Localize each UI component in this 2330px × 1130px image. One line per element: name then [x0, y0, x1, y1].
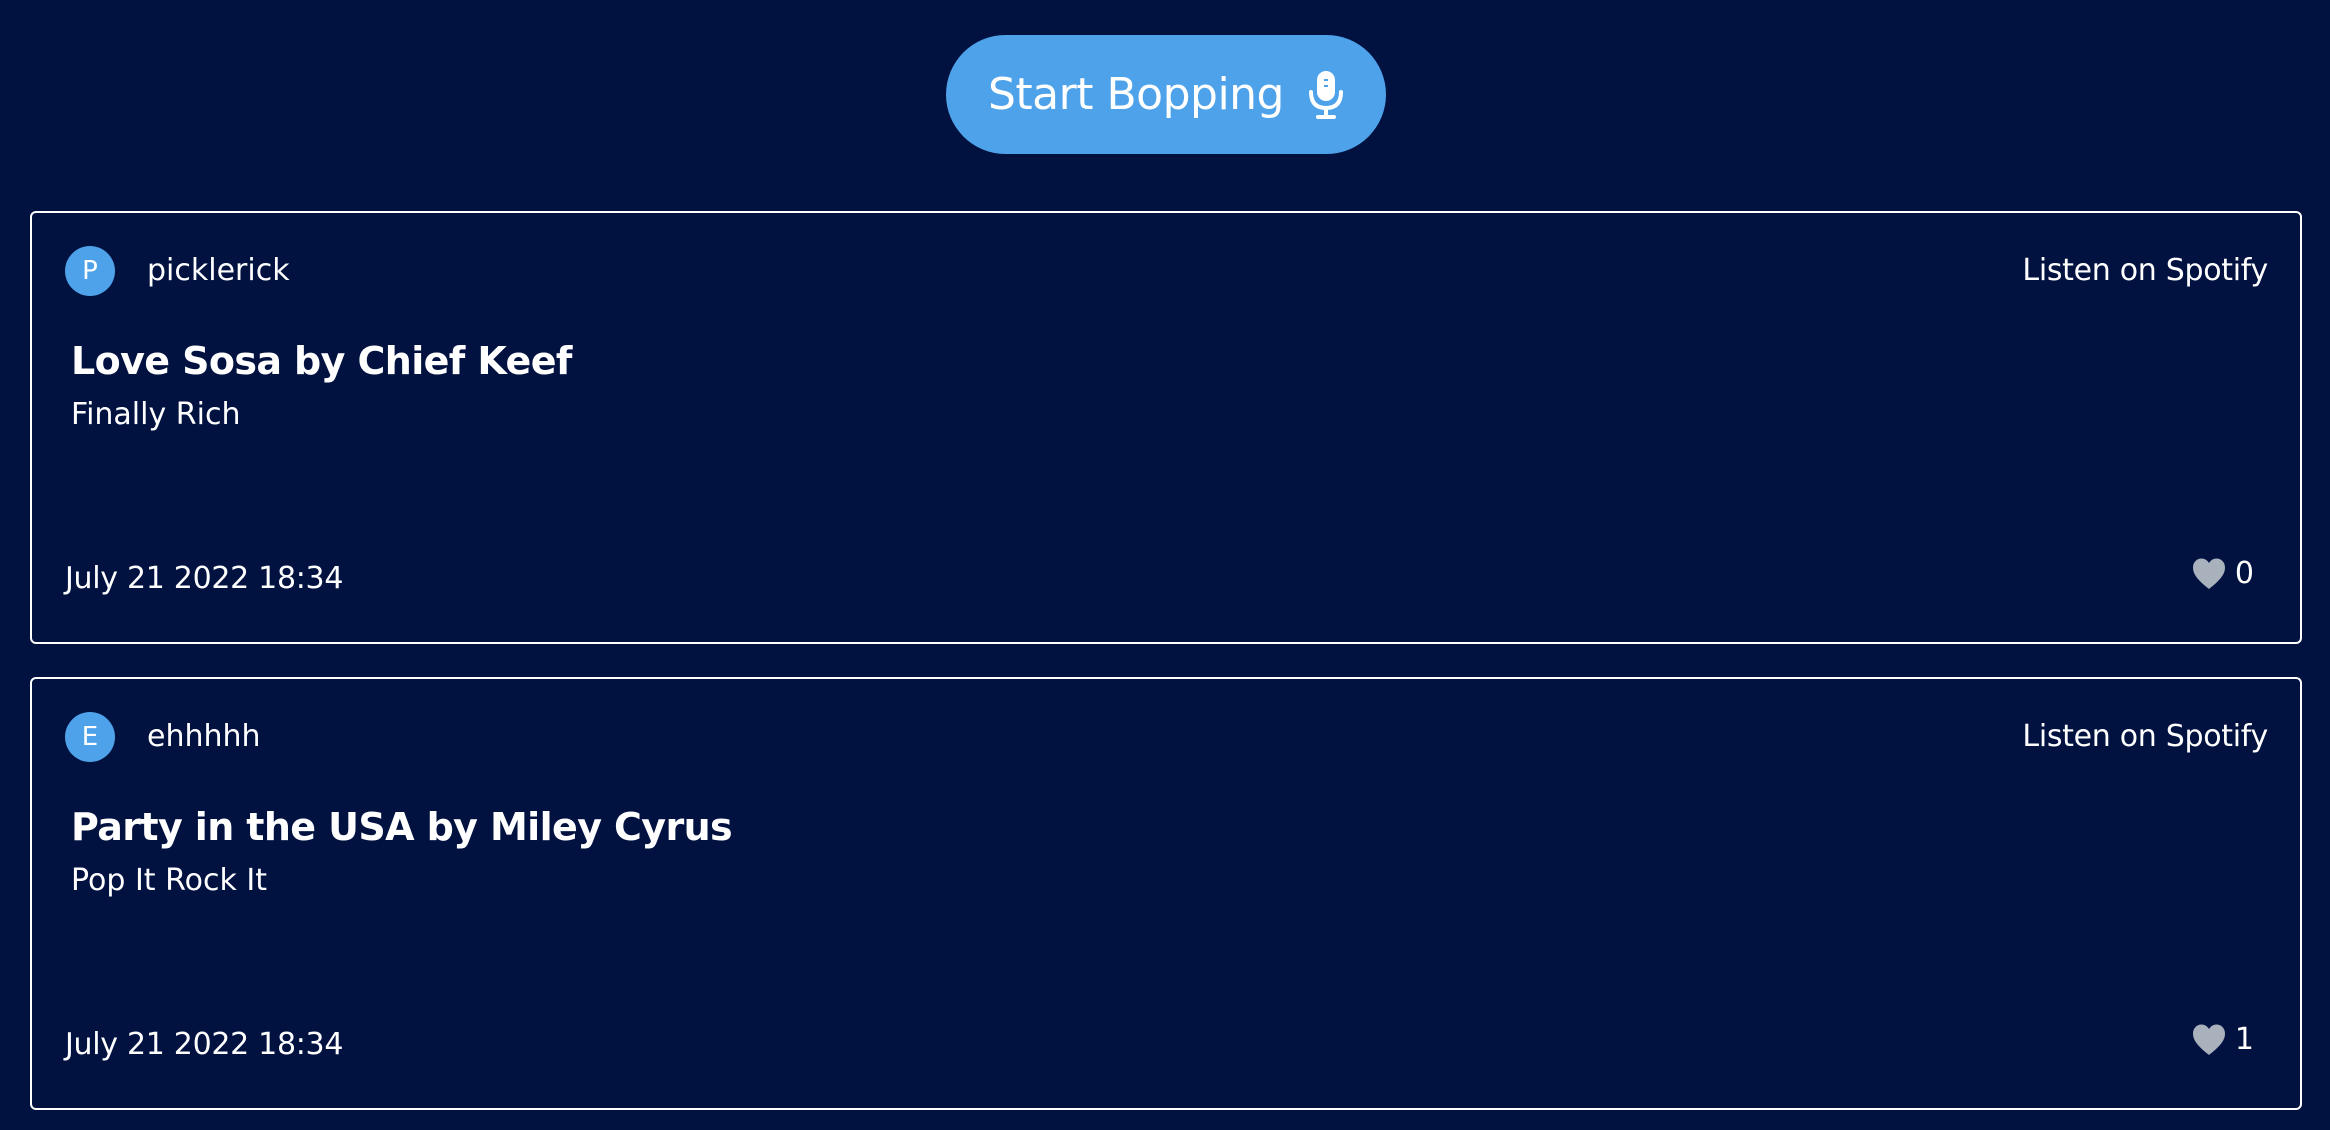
like-count: 0 [2234, 556, 2254, 591]
post-timestamp: July 21 2022 18:34 [65, 561, 344, 596]
page: Start Bopping P picklerick Listen on Spo… [0, 0, 2330, 1130]
listen-on-spotify-link[interactable]: Listen on Spotify [2022, 249, 2268, 293]
heart-icon[interactable] [2191, 557, 2227, 591]
heart-icon[interactable] [2191, 1023, 2227, 1057]
username[interactable]: picklerick [147, 249, 290, 293]
listen-on-spotify-link[interactable]: Listen on Spotify [2022, 715, 2268, 759]
start-bopping-button[interactable]: Start Bopping [946, 35, 1386, 154]
like-count: 1 [2234, 1022, 2254, 1057]
album-name: Finally Rich [71, 397, 241, 432]
start-bopping-label: Start Bopping [988, 69, 1284, 120]
post-card: P picklerick Listen on Spotify Love Sosa… [30, 211, 2302, 644]
username[interactable]: ehhhhh [147, 715, 261, 759]
album-name: Pop It Rock It [71, 863, 267, 898]
post-card: E ehhhhh Listen on Spotify Party in the … [30, 677, 2302, 1110]
song-title: Party in the USA by Miley Cyrus [71, 805, 733, 849]
avatar[interactable]: P [65, 246, 115, 296]
post-timestamp: July 21 2022 18:34 [65, 1027, 344, 1062]
song-title: Love Sosa by Chief Keef [71, 339, 572, 383]
microphone-icon [1308, 70, 1343, 119]
like-button[interactable]: 0 [2191, 552, 2254, 596]
avatar[interactable]: E [65, 712, 115, 762]
like-button[interactable]: 1 [2191, 1018, 2254, 1062]
